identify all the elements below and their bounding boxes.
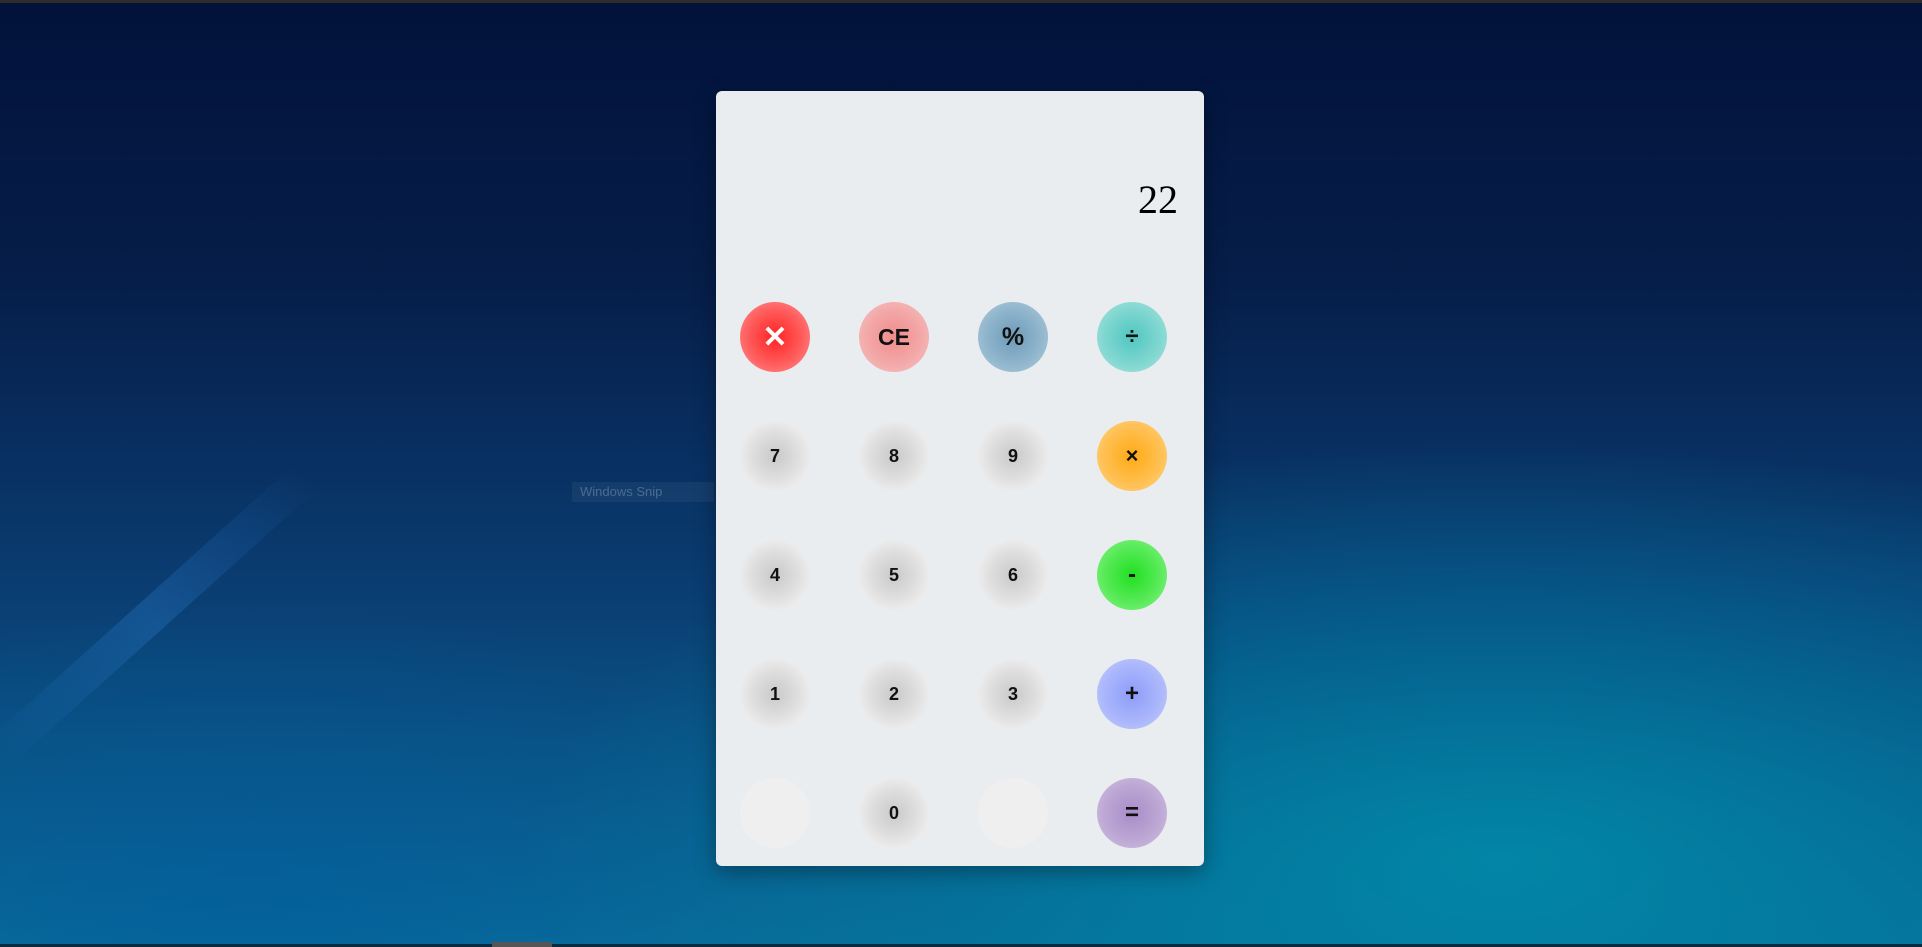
calculator-display: 22 xyxy=(1138,177,1178,222)
divide-button[interactable]: ÷ xyxy=(1097,302,1167,372)
digit-1-button[interactable]: 1 xyxy=(740,659,810,729)
clear-all-button[interactable]: ✕ xyxy=(740,302,810,372)
multiply-button[interactable]: × xyxy=(1097,421,1167,491)
close-icon: ✕ xyxy=(762,320,788,354)
digit-0-button[interactable]: 0 xyxy=(859,778,929,848)
digit-5-button[interactable]: 5 xyxy=(859,540,929,610)
add-button[interactable]: + xyxy=(1097,659,1167,729)
digit-6-button[interactable]: 6 xyxy=(978,540,1048,610)
digit-9-button[interactable]: 9 xyxy=(978,421,1048,491)
blank-button-left[interactable] xyxy=(740,778,810,848)
equals-button[interactable]: = xyxy=(1097,778,1167,848)
taskbar-indicator xyxy=(492,942,552,947)
digit-3-button[interactable]: 3 xyxy=(978,659,1048,729)
blank-button-right[interactable] xyxy=(978,778,1048,848)
subtract-button[interactable]: - xyxy=(1097,540,1167,610)
clear-entry-button[interactable]: CE xyxy=(859,302,929,372)
digit-2-button[interactable]: 2 xyxy=(859,659,929,729)
digit-8-button[interactable]: 8 xyxy=(859,421,929,491)
percent-button[interactable]: % xyxy=(978,302,1048,372)
digit-7-button[interactable]: 7 xyxy=(740,421,810,491)
window-top-border xyxy=(0,0,1922,3)
calculator-panel: 22 ✕ CE % ÷ 7 8 9 × 4 5 6 - 1 2 3 + 0 = xyxy=(716,91,1204,866)
digit-4-button[interactable]: 4 xyxy=(740,540,810,610)
background-window-label: Windows Snip xyxy=(572,482,714,502)
